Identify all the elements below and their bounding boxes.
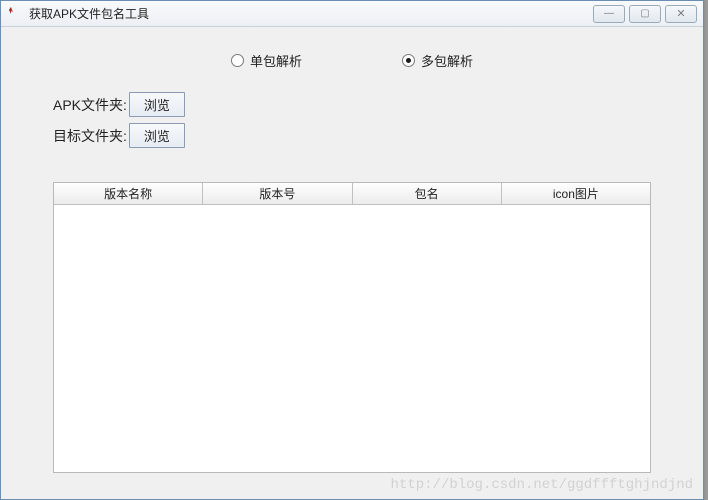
mode-radio-group: 单包解析 多包解析	[27, 51, 677, 70]
window-controls: — ▢ ✕	[593, 5, 697, 23]
radio-single-parse[interactable]: 单包解析	[231, 51, 302, 70]
table-header: 版本名称 版本号 包名 icon图片	[54, 183, 650, 205]
folder-pickers: APK文件夹: 浏览 目标文件夹: 浏览	[53, 92, 677, 154]
radio-label: 多包解析	[421, 51, 473, 70]
radio-icon	[402, 54, 415, 67]
client-area: 单包解析 多包解析 APK文件夹: 浏览 目标文件夹: 浏览 版本名称 版本号 …	[1, 27, 703, 499]
table-body	[54, 205, 650, 472]
browse-apk-folder-button[interactable]: 浏览	[129, 92, 185, 117]
close-button[interactable]: ✕	[665, 5, 697, 23]
maximize-button[interactable]: ▢	[629, 5, 661, 23]
apk-folder-row: APK文件夹: 浏览	[53, 92, 677, 117]
target-folder-row: 目标文件夹: 浏览	[53, 123, 677, 148]
target-folder-label: 目标文件夹:	[53, 126, 127, 146]
col-version-code[interactable]: 版本号	[203, 183, 352, 204]
results-table: 版本名称 版本号 包名 icon图片	[53, 182, 651, 473]
apk-folder-label: APK文件夹:	[53, 95, 127, 115]
radio-label: 单包解析	[250, 51, 302, 70]
col-icon-image[interactable]: icon图片	[502, 183, 650, 204]
col-package-name[interactable]: 包名	[353, 183, 502, 204]
window-title: 获取APK文件包名工具	[29, 5, 593, 22]
app-icon	[7, 6, 23, 22]
radio-icon	[231, 54, 244, 67]
browse-target-folder-button[interactable]: 浏览	[129, 123, 185, 148]
app-window: 获取APK文件包名工具 — ▢ ✕ 单包解析 多包解析 APK文件夹: 浏览 目…	[0, 0, 704, 500]
minimize-button[interactable]: —	[593, 5, 625, 23]
titlebar: 获取APK文件包名工具 — ▢ ✕	[1, 1, 703, 27]
col-version-name[interactable]: 版本名称	[54, 183, 203, 204]
radio-multi-parse[interactable]: 多包解析	[402, 51, 473, 70]
